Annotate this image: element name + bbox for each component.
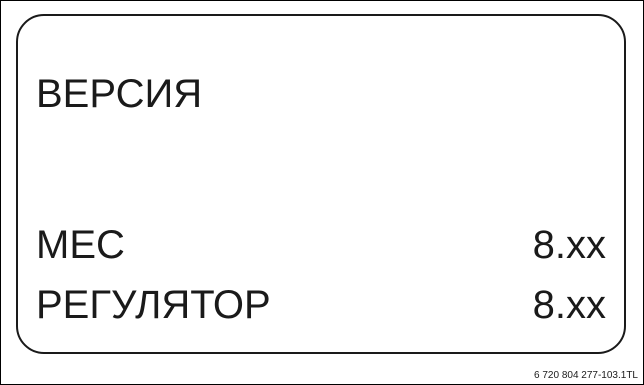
display-screen: ВЕРСИЯ МЕС 8.xx РЕГУЛЯТОР 8.xx: [16, 14, 626, 354]
version-row-mec: МЕС 8.xx: [36, 222, 606, 268]
row-value-mec: 8.xx: [532, 223, 606, 267]
version-row-regulator: РЕГУЛЯТОР 8.xx: [36, 282, 606, 328]
row-label-regulator: РЕГУЛЯТОР: [36, 283, 271, 327]
figure-code: 6 720 804 277-103.1TL: [534, 370, 638, 381]
row-label-mec: МЕС: [36, 223, 125, 267]
row-value-regulator: 8.xx: [532, 283, 606, 327]
display-title: ВЕРСИЯ: [36, 72, 203, 116]
